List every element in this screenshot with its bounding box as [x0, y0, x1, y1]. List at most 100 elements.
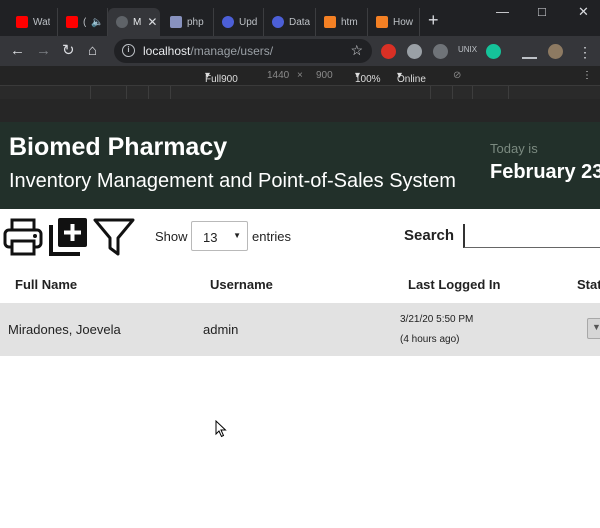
- unix-extension-icon[interactable]: UNIX: [458, 45, 477, 54]
- php-icon: [170, 16, 182, 28]
- url-text[interactable]: localhost/manage/users/: [143, 44, 273, 58]
- window-close-icon[interactable]: ✕: [578, 4, 589, 20]
- browser-tab-active[interactable]: M ✕: [108, 8, 160, 36]
- browser-tab[interactable]: Data: [264, 8, 316, 36]
- tab-title: (: [83, 16, 87, 28]
- zoom-selector[interactable]: 100% ▾: [355, 70, 381, 85]
- system-subtitle: Inventory Management and Point-of-Sales …: [9, 170, 456, 192]
- home-icon[interactable]: ⌂: [88, 41, 97, 61]
- dimension-separator: ×: [297, 70, 303, 81]
- stackoverflow-icon: [324, 16, 336, 28]
- back-icon[interactable]: ←: [10, 41, 25, 61]
- column-header-full-name[interactable]: Full Name: [15, 277, 77, 292]
- url-host: localhost: [143, 44, 191, 58]
- page-header: Biomed Pharmacy Inventory Management and…: [0, 122, 600, 209]
- rotate-icon[interactable]: ⊘: [453, 70, 461, 81]
- viewport-width[interactable]: 1440: [267, 70, 289, 81]
- stackoverflow-icon: [376, 16, 388, 28]
- close-tab-icon[interactable]: ✕: [147, 15, 157, 29]
- forward-icon[interactable]: →: [36, 41, 51, 61]
- tab-title: How: [393, 16, 414, 28]
- browser-tab-strip: Wat ( 🔈 M ✕ php Upd Data htm How + — □ ✕: [0, 0, 600, 36]
- print-button[interactable]: [3, 216, 43, 261]
- chevron-down-icon: ▼: [233, 231, 241, 240]
- globe-icon[interactable]: [407, 44, 422, 59]
- ruler-segment[interactable]: [473, 86, 509, 99]
- browser-tab[interactable]: Upd: [214, 8, 264, 36]
- media-query-ruler: [0, 86, 600, 122]
- ruler-band: [0, 99, 600, 122]
- show-label: Show: [155, 229, 188, 244]
- username-cell: admin: [203, 322, 239, 337]
- settings-gear-icon[interactable]: [433, 44, 448, 59]
- status-select[interactable]: ▼: [587, 318, 600, 339]
- profile-avatar[interactable]: [548, 44, 563, 59]
- reload-icon[interactable]: ↻: [62, 41, 75, 61]
- media-icon[interactable]: [522, 44, 537, 59]
- minimize-icon[interactable]: —: [496, 4, 509, 19]
- full-name-cell: Miradones, Joevela: [8, 322, 121, 337]
- site-icon: [222, 16, 234, 28]
- browser-tab[interactable]: Wat: [8, 8, 58, 36]
- entries-label: entries: [252, 229, 292, 244]
- tab-title: Upd: [239, 16, 258, 28]
- search-input[interactable]: [463, 224, 600, 248]
- entries-value: 13: [203, 230, 218, 245]
- ruler-segment[interactable]: [453, 86, 473, 99]
- tab-title: php: [187, 16, 204, 28]
- ruler-segment[interactable]: [91, 86, 127, 99]
- entries-select[interactable]: 13 ▼: [191, 221, 248, 251]
- zoom-value: 100%: [355, 74, 381, 85]
- youtube-icon: [16, 16, 28, 28]
- filter-icon: [93, 218, 135, 256]
- devtools-device-toolbar: Full900 ▾ 1440 × 900 100% ▾ Online ▾ ⊘ ⋮: [0, 66, 600, 86]
- network-throttle-selector[interactable]: Online ▾: [397, 70, 426, 85]
- filter-button[interactable]: [93, 216, 135, 263]
- mouse-cursor-icon: [215, 420, 227, 438]
- table-row[interactable]: Miradones, Joevela admin 3/21/20 5:50 PM…: [0, 303, 600, 356]
- ruler-segment[interactable]: [149, 86, 171, 99]
- bookmark-star-icon[interactable]: ☆: [350, 42, 363, 59]
- info-icon[interactable]: i: [122, 44, 135, 57]
- youtube-icon: [66, 16, 78, 28]
- column-header-username[interactable]: Username: [210, 277, 273, 292]
- tab-title: htm: [341, 16, 358, 28]
- browser-menu-icon[interactable]: ⋮: [578, 44, 592, 61]
- extension-adblock-icon[interactable]: [381, 44, 396, 59]
- brand-title: Biomed Pharmacy: [9, 133, 228, 161]
- last-logged-in-cell: 3/21/20 5:50 PM: [400, 314, 474, 325]
- ruler-segment[interactable]: [431, 86, 453, 99]
- site-icon: [272, 16, 284, 28]
- column-header-last-logged-in[interactable]: Last Logged In: [408, 277, 500, 292]
- browser-tab[interactable]: ( 🔈: [58, 8, 108, 36]
- add-user-button[interactable]: [49, 216, 89, 261]
- ruler-segment[interactable]: [0, 86, 91, 99]
- device-name: Full900: [205, 74, 238, 85]
- last-logged-in-relative: (4 hours ago): [400, 334, 460, 345]
- tab-title: M: [133, 16, 142, 28]
- maximize-icon[interactable]: □: [538, 4, 546, 19]
- ruler-segment[interactable]: [127, 86, 149, 99]
- grammarly-icon[interactable]: [486, 44, 501, 59]
- tab-title: Wat: [33, 16, 51, 28]
- network-value: Online: [397, 74, 426, 85]
- new-tab-button[interactable]: +: [428, 11, 439, 29]
- viewport-height[interactable]: 900: [316, 70, 333, 81]
- column-header-status[interactable]: Stat: [577, 277, 600, 292]
- browser-tab[interactable]: How: [368, 8, 420, 36]
- address-bar[interactable]: i localhost/manage/users/ ☆: [114, 39, 372, 63]
- chevron-down-icon: ▼: [592, 322, 600, 332]
- add-library-icon: [49, 218, 87, 256]
- tab-title: Data: [289, 16, 311, 28]
- devtools-menu-icon[interactable]: ⋮: [582, 70, 592, 81]
- browser-tab[interactable]: php: [162, 8, 214, 36]
- url-path: /manage/users/: [190, 44, 274, 58]
- current-date: February 23: [490, 161, 600, 183]
- search-label: Search: [404, 227, 455, 244]
- today-label: Today is: [490, 141, 538, 156]
- browser-tab[interactable]: htm: [316, 8, 368, 36]
- ruler-segment[interactable]: [171, 86, 431, 99]
- printer-icon: [3, 218, 43, 256]
- speaker-icon: 🔈: [91, 16, 104, 28]
- device-selector[interactable]: Full900 ▾: [205, 70, 238, 85]
